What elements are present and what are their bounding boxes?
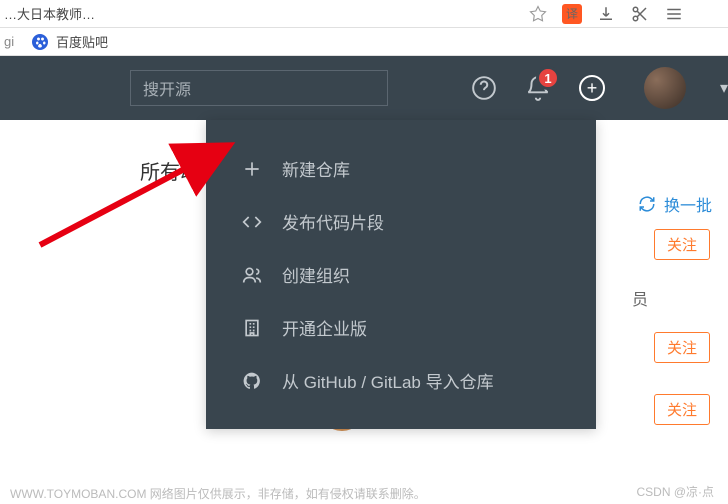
bookmark-star-icon[interactable] [528,4,548,24]
dropdown-new-repo[interactable]: 新建仓库 [206,142,596,195]
people-icon [240,265,264,285]
url-fragment: gi [4,34,32,49]
plus-icon [240,159,264,179]
avatar[interactable] [644,67,686,109]
dropdown-label: 从 GitHub / GitLab 导入仓库 [282,368,494,393]
dropdown-snippet[interactable]: 发布代码片段 [206,195,596,248]
dropdown-label: 发布代码片段 [282,209,384,234]
dropdown-label: 开通企业版 [282,315,367,340]
user-menu-caret-icon[interactable]: ▾ [720,78,728,98]
follow-button[interactable]: 关注 [654,229,710,260]
notification-badge: 1 [536,66,560,90]
dropdown-label: 创建组织 [282,262,350,287]
section-title: 所有动 [140,156,200,185]
watermark-csdn: CSDN @凉·点 [636,483,714,500]
create-dropdown: 新建仓库 发布代码片段 创建组织 开通企业版 从 GitHub / GitLab… [206,120,596,429]
search-placeholder: 搜开源 [143,76,191,100]
search-input[interactable]: 搜开源 [130,70,388,106]
watermark: WWW.TOYMOBAN.COM 网络图片仅供展示，非存储，如有侵权请联系删除。 [10,485,426,502]
building-icon [240,318,264,338]
refresh-label: 换一批 [664,192,712,216]
dropdown-enterprise[interactable]: 开通企业版 [206,301,596,354]
follow-button[interactable]: 关注 [654,394,710,425]
help-icon[interactable] [470,74,498,102]
menu-icon[interactable] [664,4,684,24]
dropdown-label: 新建仓库 [282,156,350,181]
code-icon [240,212,264,232]
follow-button[interactable]: 关注 [654,332,710,363]
github-icon [240,371,264,391]
dropdown-import[interactable]: 从 GitHub / GitLab 导入仓库 [206,354,596,407]
bookmark-baidu[interactable]: 百度贴吧 [56,32,108,51]
dropdown-org[interactable]: 创建组织 [206,248,596,301]
refresh-link[interactable]: 换一批 [638,192,712,216]
scissors-icon[interactable] [630,4,650,24]
translate-icon[interactable]: 译 [562,4,582,24]
tab-title-fragment: …大日本教师… [4,4,528,23]
background-text-fragment: 员 [632,286,648,310]
download-icon[interactable] [596,4,616,24]
baidu-icon[interactable] [32,34,48,50]
create-button[interactable]: + [578,74,606,102]
notification-bell-icon[interactable]: 1 [524,74,552,102]
